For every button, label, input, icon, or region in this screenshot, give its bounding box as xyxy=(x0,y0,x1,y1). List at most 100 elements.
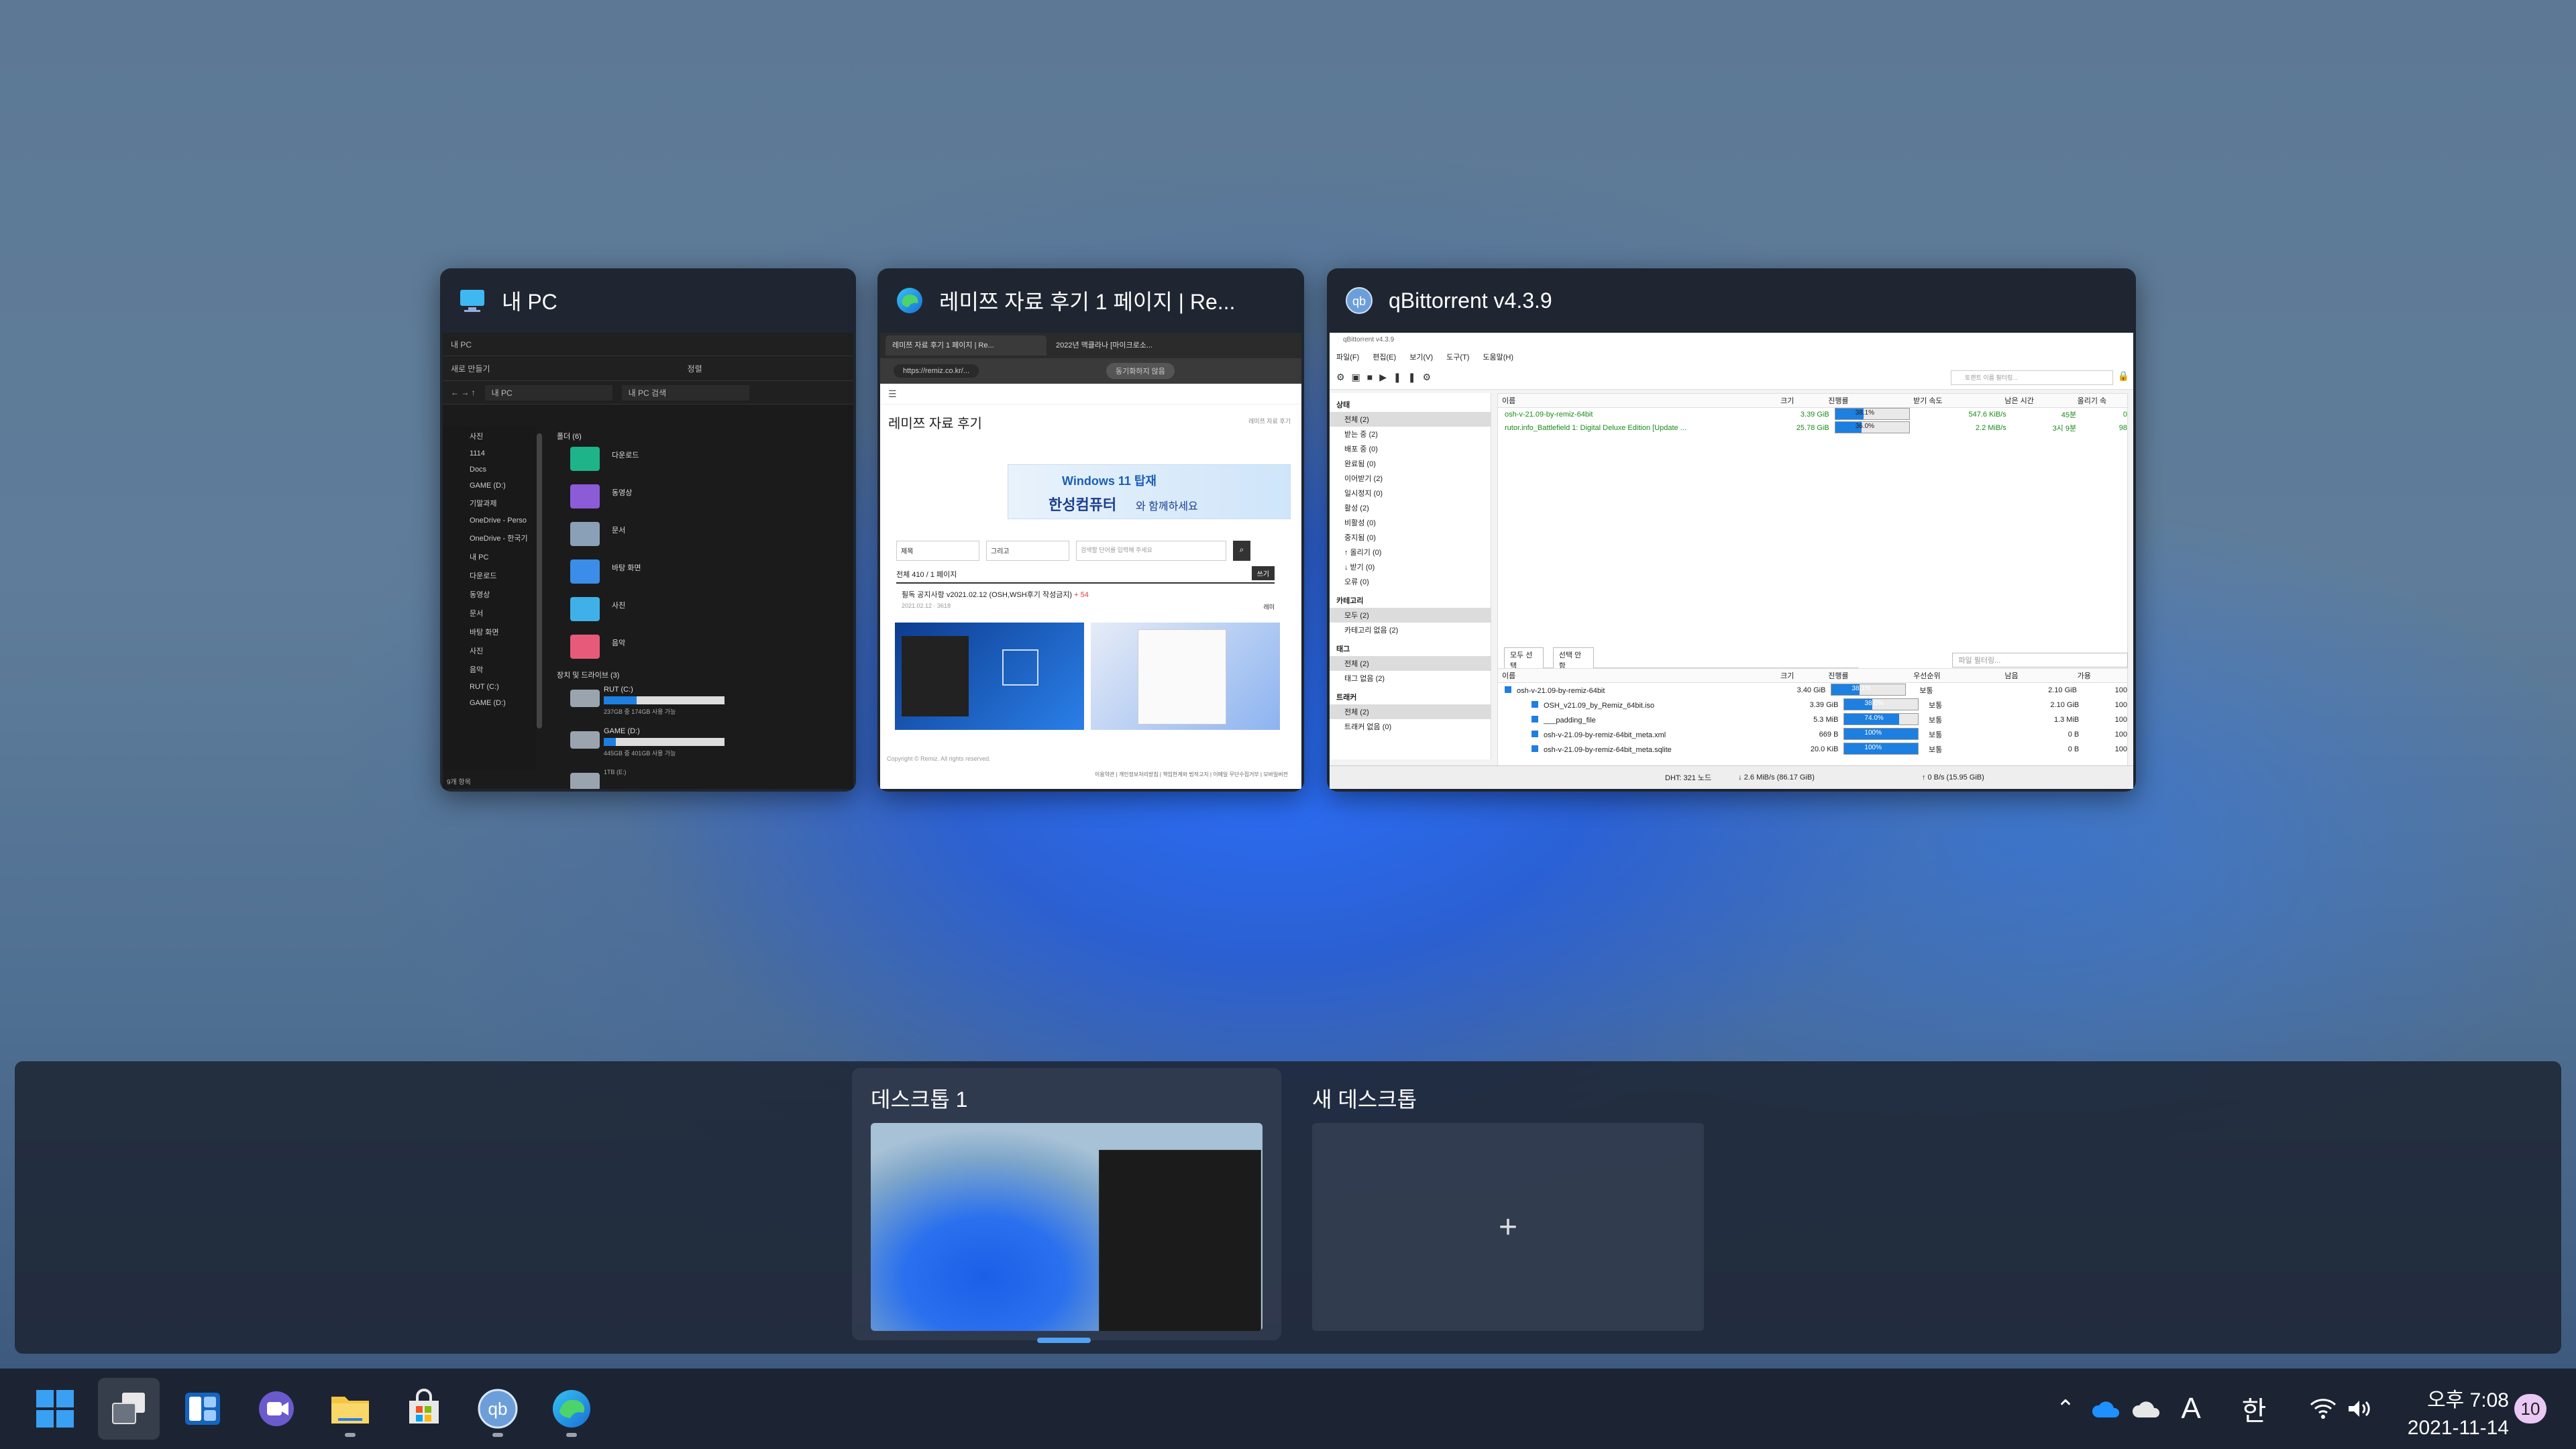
edge-button[interactable] xyxy=(541,1378,602,1440)
thumb-toolbar: 새로 만들기 정렬 xyxy=(443,356,853,381)
post-views: 3618 xyxy=(937,602,951,609)
new-button: 새로 만들기 xyxy=(451,364,490,374)
column-header: 남음 xyxy=(2004,672,2019,680)
progress-text: 100% xyxy=(1864,743,1882,751)
desktop-preview-window xyxy=(1099,1150,1261,1331)
column-header: 가용 xyxy=(2077,672,2091,680)
column-header: 올리기 속 xyxy=(2077,397,2107,405)
new-desktop-label: 새 데스크톱 xyxy=(1312,1087,1417,1112)
file-availability: 100 xyxy=(2114,686,2127,694)
new-desktop-button[interactable]: + xyxy=(1312,1123,1704,1331)
folders-header: 폴더 (6) xyxy=(557,433,582,441)
sidebar-filter-item: 트래커 없음 (0) xyxy=(1344,723,1392,731)
edge-icon xyxy=(553,1390,590,1428)
window-title: 내 PC xyxy=(502,290,557,314)
wifi-icon xyxy=(2310,1399,2337,1419)
post-title-text: 필독 공지사항 v2021.02.12 (OSH,WSH후기 작성금지) xyxy=(902,591,1073,599)
drive-detail: 445GB 중 401GB 사용 가능 xyxy=(604,750,676,757)
network-volume-button[interactable] xyxy=(2301,1368,2381,1449)
toolbar-icons: ⚙▣■▶❚❚⚙ xyxy=(1336,372,1438,382)
clock-date: 2021-11-14 xyxy=(2407,1417,2509,1439)
drive-usage-bar xyxy=(604,738,724,746)
page-title: 레미쯔 자료 후기 xyxy=(888,417,982,431)
sidebar-filter-item: 중지됨 (0) xyxy=(1344,534,1376,542)
task-view-button[interactable] xyxy=(98,1378,160,1440)
progress-cell: 38.1% xyxy=(1825,683,1913,698)
sort-button: 정렬 xyxy=(687,364,702,374)
ad-banner: Windows 11 탑재 한성컴퓨터 와 함께하세요 xyxy=(1008,464,1291,519)
nav-item: 동영상 xyxy=(470,591,490,599)
ime-mode-button[interactable]: A xyxy=(2171,1368,2211,1449)
filter-select-1: 제목 xyxy=(896,541,979,561)
folder-icon xyxy=(570,447,600,471)
file-list: 이름 크기 진행률 우선순위 남음 가용 osh-v-21.09-by-remiz-64b… xyxy=(1497,668,2128,767)
qbittorrent-icon: qb xyxy=(478,1389,518,1429)
column-header: 남은 시간 xyxy=(2004,397,2034,405)
post-author: 레미 xyxy=(1263,604,1275,610)
sidebar-filter-item: 전체 (2) xyxy=(1330,656,1491,671)
clock-time: 오후 7:08 xyxy=(2427,1389,2509,1411)
files-toolbar: 모두 선택 선택 안 함 파일 필터링... xyxy=(1497,647,2128,673)
file-priority: 보통 xyxy=(1929,702,1943,710)
torrent-up: 98 xyxy=(2118,424,2127,432)
this-pc-icon xyxy=(460,290,484,312)
post-thumb-1 xyxy=(895,623,1084,730)
window-card-edge[interactable]: 레미쯔 자료 후기 1 페이지 | Re... 레미쯔 자료 후기 1 페이지 … xyxy=(877,268,1304,792)
start-button[interactable] xyxy=(24,1378,86,1440)
file-availability: 100 xyxy=(2114,731,2127,739)
folder-icon xyxy=(570,559,600,584)
running-indicator xyxy=(345,1433,356,1437)
upload-speed-text: 0 B/s (15.95 GiB) xyxy=(1927,773,1984,782)
window-card-explorer[interactable]: 내 PC 내 PC 새로 만들기 정렬 ← → ↑ 내 PC 내 PC 검색 사… xyxy=(440,268,856,792)
qbittorrent-button[interactable]: qb xyxy=(467,1378,529,1440)
browser-tab-1: 레미쯔 자료 후기 1 페이지 | Re... xyxy=(885,335,1046,356)
ime-language-button[interactable]: 한 xyxy=(2234,1368,2274,1449)
checkbox xyxy=(1505,686,1511,693)
chat-button[interactable] xyxy=(246,1378,307,1440)
onedrive-white-icon xyxy=(2132,1401,2160,1417)
drive-usage-fill xyxy=(604,738,616,746)
post-thumb-2 xyxy=(1091,623,1280,730)
list-divider xyxy=(896,582,1275,584)
widgets-button[interactable] xyxy=(172,1378,233,1440)
taskbar: qb ⌃ A 한 오후 7:08 2021-11-14 10 xyxy=(0,1368,2576,1449)
status-bar: DHT: 321 노드 ↓ 2.6 MiB/s (86.17 GiB) ↑ 0 … xyxy=(1330,765,2133,789)
post-comment-badge: + 54 xyxy=(1074,591,1089,599)
column-header: 이름 xyxy=(1502,672,1516,680)
thumb-title: 내 PC xyxy=(451,339,472,350)
progress-text: 74.0% xyxy=(1864,714,1884,722)
file-name-cell: osh-v-21.09-by-remiz-64bit_meta.xml xyxy=(1498,730,1796,739)
file-priority: 보통 xyxy=(1929,731,1943,739)
running-indicator xyxy=(492,1433,503,1437)
desktop-1-label: 데스크톱 1 xyxy=(871,1087,968,1112)
onedrive-personal-button[interactable] xyxy=(2128,1368,2165,1449)
nav-item: 문서 xyxy=(470,610,484,618)
filter-row: 제목 그리고 검색할 단어를 입력해 주세요 ⌕ xyxy=(896,541,1261,561)
torrent-eta: 3시 9분 xyxy=(2052,425,2077,433)
desktop-1[interactable]: 데스크톱 1 xyxy=(852,1068,1281,1343)
notification-badge[interactable]: 10 xyxy=(2514,1394,2546,1424)
progress-bar: 74.0% xyxy=(1843,712,1919,725)
nav-item: 음악 xyxy=(470,666,484,674)
nav-item: 바탕 화면 xyxy=(470,629,499,637)
list-count: 전체 410 / 1 페이지 xyxy=(896,571,957,579)
drive-icon xyxy=(570,773,600,789)
window-card-qbittorrent[interactable]: qb qBittorrent v4.3.9 qBittorrent v4.3.9… xyxy=(1327,268,2136,792)
menu-item: 도구(T) xyxy=(1446,354,1470,362)
store-button[interactable] xyxy=(393,1378,455,1440)
window-caption: qb qBittorrent v4.3.9 xyxy=(1327,268,2136,333)
upload-speed: ↑ 0 B/s (15.95 GiB) xyxy=(1921,773,1984,782)
file-name: osh-v-21.09-by-remiz-64bit_meta.xml xyxy=(1544,731,1666,739)
clock[interactable]: 오후 7:08 2021-11-14 xyxy=(2395,1383,2509,1440)
drive-usage-bar xyxy=(604,696,724,704)
folder-icon xyxy=(570,597,600,621)
folder-item: 바탕 화면 xyxy=(612,564,641,572)
onedrive-business-button[interactable] xyxy=(2088,1368,2125,1449)
drive-icon xyxy=(570,690,600,707)
tray-overflow-button[interactable]: ⌃ xyxy=(2049,1368,2082,1449)
banner-text-top: Windows 11 탑재 xyxy=(1062,474,1157,488)
drive-icon xyxy=(570,731,600,749)
new-desktop[interactable]: 새 데스크톱 + xyxy=(1293,1068,1723,1340)
file-explorer-button[interactable] xyxy=(319,1378,381,1440)
sidebar-filter-item: 전체 (2) xyxy=(1330,704,1491,719)
